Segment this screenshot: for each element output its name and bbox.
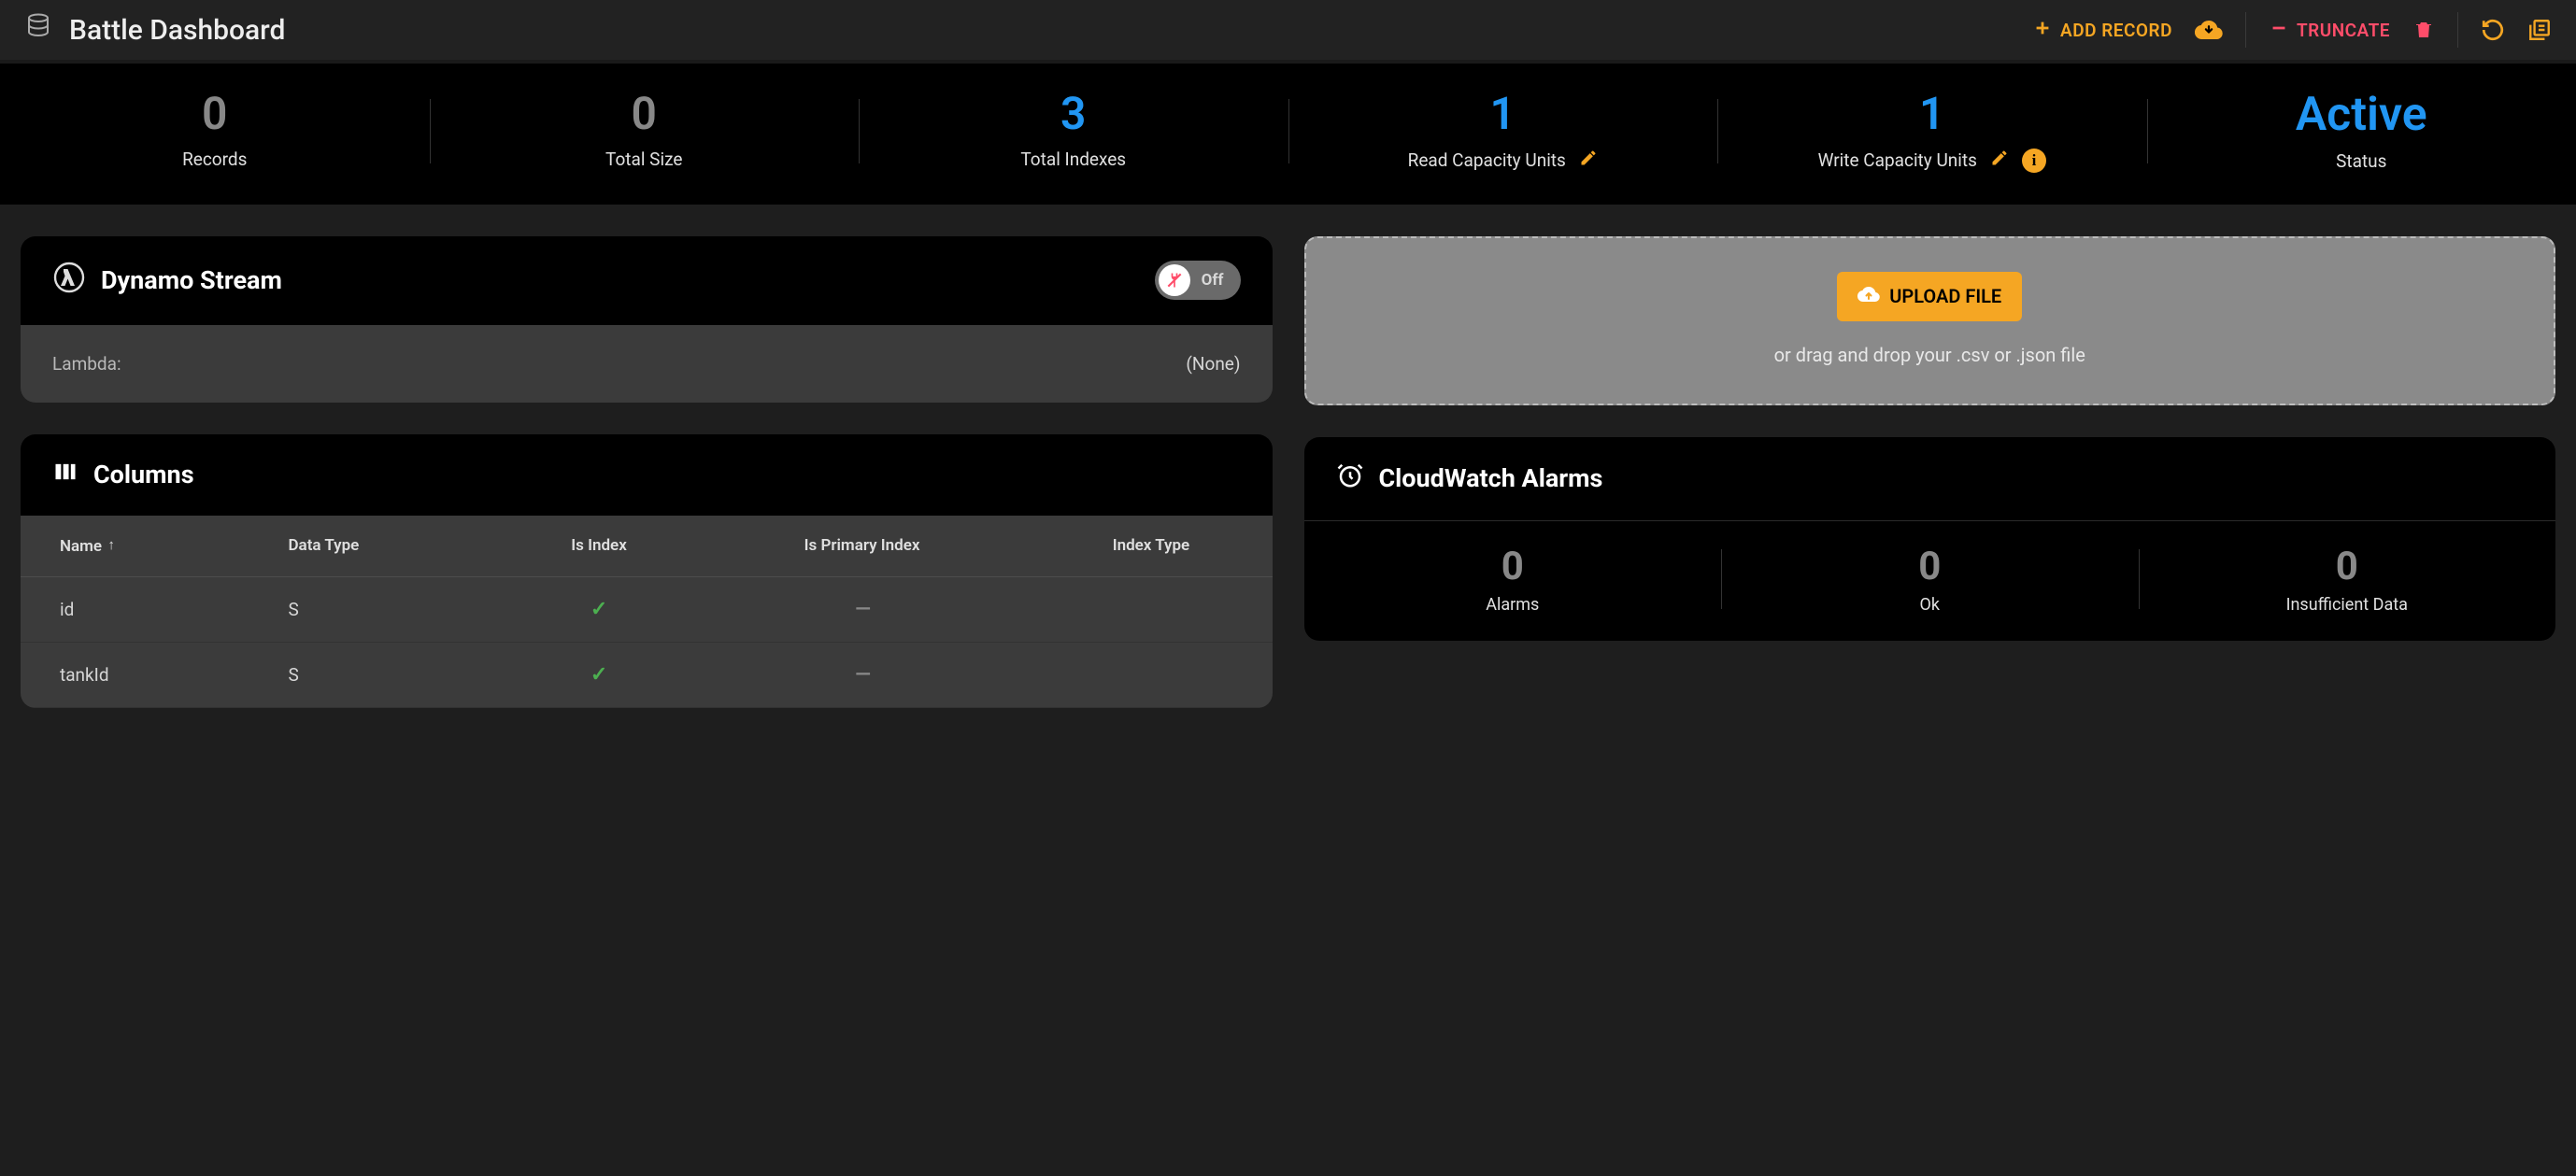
check-icon: ✓	[591, 598, 607, 621]
edit-wcu-icon[interactable]	[1990, 149, 2009, 172]
stat-total-indexes: 3 Total Indexes	[859, 90, 1288, 173]
page-title-group: Battle Dashboard	[24, 12, 285, 48]
truncate-label: TRUNCATE	[2297, 20, 2390, 41]
cw-ok-value: 0	[1721, 544, 2139, 589]
upload-dropzone[interactable]: UPLOAD FILE or drag and drop your .csv o…	[1304, 236, 2556, 405]
stat-status-value: Active	[2147, 90, 2576, 141]
dynamo-stream-title: Dynamo Stream	[101, 265, 282, 295]
stat-status-label: Status	[2336, 150, 2386, 172]
columns-title: Columns	[93, 460, 194, 489]
stat-wcu: 1 Write Capacity Units i	[1717, 90, 2147, 173]
stats-strip: 0 Records 0 Total Size 3 Total Indexes 1…	[0, 64, 2576, 205]
sort-asc-icon: ↑	[107, 536, 115, 553]
cell-index-type	[1030, 642, 1272, 707]
add-record-button[interactable]: ADD RECORD	[2032, 18, 2172, 43]
table-row: id S ✓ —	[21, 576, 1273, 642]
dynamo-stream-card: Dynamo Stream Off Lambda: (None)	[21, 236, 1273, 403]
cloudwatch-card: CloudWatch Alarms 0 Alarms 0 Ok 0 Insuff…	[1304, 437, 2556, 641]
upload-hint: or drag and drop your .csv or .json file	[1774, 344, 2085, 366]
add-record-label: ADD RECORD	[2060, 20, 2172, 41]
dash-icon: —	[855, 663, 869, 687]
columns-icon	[52, 459, 78, 491]
cw-insufficient-label: Insufficient Data	[2139, 595, 2556, 615]
col-header-is-primary[interactable]: Is Primary Index	[694, 516, 1031, 577]
truncate-button[interactable]: TRUNCATE	[2269, 18, 2390, 43]
stat-status: Active Status	[2147, 90, 2576, 173]
cw-alarms-label: Alarms	[1304, 595, 1722, 615]
col-header-is-index[interactable]: Is Index	[504, 516, 693, 577]
cw-alarms-value: 0	[1304, 544, 1722, 589]
cell-name: id	[21, 576, 277, 642]
lambda-value: (None)	[1186, 353, 1240, 375]
stat-total-indexes-value: 3	[859, 90, 1288, 139]
lambda-label: Lambda:	[52, 353, 121, 375]
minus-icon	[2269, 18, 2289, 43]
columns-card: Columns Name ↑ Data Type Is Index Is Pri…	[21, 434, 1273, 708]
upload-file-button[interactable]: UPLOAD FILE	[1837, 272, 2022, 321]
upload-file-label: UPLOAD FILE	[1889, 285, 2001, 307]
cell-index-type	[1030, 576, 1272, 642]
toolbar-divider	[2245, 12, 2246, 48]
dash-icon: —	[855, 598, 869, 621]
col-header-data-type[interactable]: Data Type	[277, 516, 504, 577]
col-header-index-type[interactable]: Index Type	[1030, 516, 1272, 577]
info-icon[interactable]: i	[2022, 149, 2046, 173]
power-off-icon	[1159, 264, 1190, 296]
stat-rcu-label: Read Capacity Units	[1408, 149, 1566, 171]
cw-ok-label: Ok	[1721, 595, 2139, 615]
toolbar-divider	[2457, 12, 2458, 48]
edit-rcu-icon[interactable]	[1579, 149, 1598, 172]
refresh-button[interactable]	[2481, 18, 2505, 42]
lambda-icon	[52, 261, 86, 301]
table-row: tankId S ✓ —	[21, 642, 1273, 707]
page-title: Battle Dashboard	[69, 14, 285, 47]
stat-rcu: 1 Read Capacity Units	[1288, 90, 1718, 173]
stat-records-label: Records	[182, 149, 247, 170]
stat-wcu-label: Write Capacity Units	[1818, 149, 1977, 171]
stat-total-size: 0 Total Size	[430, 90, 860, 173]
columns-table: Name ↑ Data Type Is Index Is Primary Ind…	[21, 516, 1273, 708]
stream-toggle-label: Off	[1202, 271, 1224, 290]
stat-rcu-value: 1	[1288, 90, 1718, 139]
cw-insufficient-value: 0	[2139, 544, 2556, 589]
database-icon	[24, 12, 52, 48]
stat-records: 0 Records	[0, 90, 430, 173]
check-icon: ✓	[591, 663, 607, 687]
cw-stat-insufficient: 0 Insufficient Data	[2139, 544, 2556, 615]
cw-stat-alarms: 0 Alarms	[1304, 544, 1722, 615]
cloud-download-button[interactable]	[2195, 16, 2223, 44]
cloud-upload-icon	[1857, 283, 1880, 310]
cw-stat-ok: 0 Ok	[1721, 544, 2139, 615]
cell-name: tankId	[21, 642, 277, 707]
alarm-clock-icon	[1336, 461, 1364, 496]
stat-total-size-label: Total Size	[605, 149, 682, 170]
stat-total-indexes-label: Total Indexes	[1020, 149, 1126, 170]
stat-total-size-value: 0	[430, 90, 860, 139]
stat-records-value: 0	[0, 90, 430, 139]
cell-data-type: S	[277, 576, 504, 642]
cloudwatch-title: CloudWatch Alarms	[1379, 463, 1603, 493]
col-header-name[interactable]: Name ↑	[21, 516, 277, 577]
stream-toggle[interactable]: Off	[1155, 261, 1241, 300]
delete-button[interactable]	[2412, 19, 2435, 41]
library-icon[interactable]	[2527, 18, 2552, 42]
plus-icon	[2032, 18, 2053, 43]
toolbar-actions: ADD RECORD TRUNCATE	[2032, 12, 2552, 48]
top-toolbar: Battle Dashboard ADD RECORD TRUNCATE	[0, 0, 2576, 60]
cell-data-type: S	[277, 642, 504, 707]
stat-wcu-value: 1	[1717, 90, 2147, 139]
